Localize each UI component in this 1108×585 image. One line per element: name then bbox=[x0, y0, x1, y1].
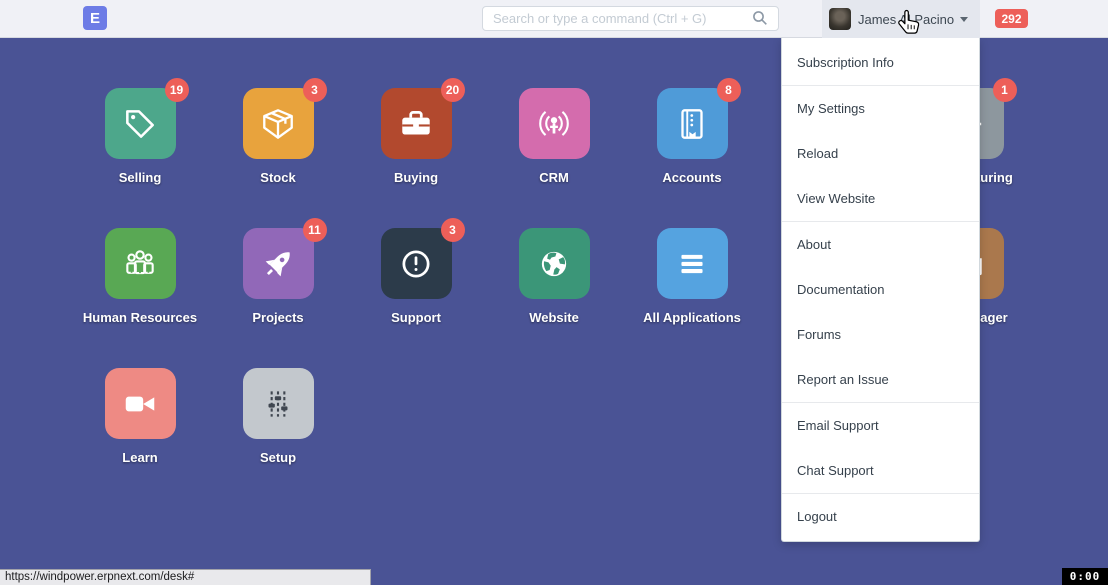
app-label: Setup bbox=[209, 450, 347, 465]
app-tile-projects[interactable]: 11 bbox=[243, 228, 314, 299]
ledger-icon bbox=[673, 105, 711, 143]
search-input[interactable] bbox=[482, 6, 779, 31]
app-label: CRM bbox=[485, 170, 623, 185]
app-label: Accounts bbox=[623, 170, 761, 185]
app-label: Support bbox=[347, 310, 485, 325]
app-tile-crm[interactable] bbox=[519, 88, 590, 159]
recording-timer: 0:00 bbox=[1062, 568, 1108, 585]
menu-item-reload[interactable]: Reload bbox=[782, 131, 979, 176]
app-stock[interactable]: 3 Stock bbox=[209, 88, 347, 185]
app-label: Website bbox=[485, 310, 623, 325]
app-tile-support[interactable]: 3 bbox=[381, 228, 452, 299]
app-projects[interactable]: 11 Projects bbox=[209, 228, 347, 325]
sliders-icon bbox=[259, 385, 297, 423]
globe-icon bbox=[535, 245, 573, 283]
app-tile-selling[interactable]: 19 bbox=[105, 88, 176, 159]
navbar: E James Al Pacino 292 bbox=[0, 0, 1108, 38]
app-badge: 8 bbox=[717, 78, 741, 102]
app-label: Stock bbox=[209, 170, 347, 185]
menu-item-my-settings[interactable]: My Settings bbox=[782, 86, 979, 131]
user-avatar bbox=[829, 8, 851, 30]
user-dropdown-menu: Subscription Info My Settings Reload Vie… bbox=[781, 38, 980, 542]
app-badge: 1 bbox=[993, 78, 1017, 102]
app-website[interactable]: Website bbox=[485, 228, 623, 325]
menu-item-logout[interactable]: Logout bbox=[782, 494, 979, 539]
menu-item-email-support[interactable]: Email Support bbox=[782, 403, 979, 448]
issue-icon bbox=[397, 245, 435, 283]
menu-item-about[interactable]: About bbox=[782, 222, 979, 267]
app-tile-learn[interactable] bbox=[105, 368, 176, 439]
app-support[interactable]: 3 Support bbox=[347, 228, 485, 325]
search-icon[interactable] bbox=[752, 10, 768, 26]
app-badge: 3 bbox=[441, 218, 465, 242]
app-crm[interactable]: CRM bbox=[485, 88, 623, 185]
app-tile-accounts[interactable]: 8 bbox=[657, 88, 728, 159]
app-badge: 20 bbox=[441, 78, 465, 102]
menu-item-view-website[interactable]: View Website bbox=[782, 176, 979, 221]
app-tile-setup[interactable] bbox=[243, 368, 314, 439]
app-label: Human Resources bbox=[71, 310, 209, 325]
app-badge: 11 bbox=[303, 218, 327, 242]
menu-item-chat-support[interactable]: Chat Support bbox=[782, 448, 979, 493]
tag-icon bbox=[121, 105, 159, 143]
app-label: All Applications bbox=[623, 310, 761, 325]
app-badge: 19 bbox=[165, 78, 189, 102]
app-label: Projects bbox=[209, 310, 347, 325]
app-badge: 3 bbox=[303, 78, 327, 102]
app-tile-website[interactable] bbox=[519, 228, 590, 299]
app-label: Learn bbox=[71, 450, 209, 465]
app-tile-stock[interactable]: 3 bbox=[243, 88, 314, 159]
app-buying[interactable]: 20 Buying bbox=[347, 88, 485, 185]
app-accounts[interactable]: 8 Accounts bbox=[623, 88, 761, 185]
app-tile-buying[interactable]: 20 bbox=[381, 88, 452, 159]
app-label: Selling bbox=[71, 170, 209, 185]
menu-item-forums[interactable]: Forums bbox=[782, 312, 979, 357]
people-icon bbox=[121, 245, 159, 283]
app-all-applications[interactable]: All Applications bbox=[623, 228, 761, 325]
rocket-icon bbox=[259, 245, 297, 283]
video-icon bbox=[121, 385, 159, 423]
menu-item-report-an-issue[interactable]: Report an Issue bbox=[782, 357, 979, 402]
app-human-resources[interactable]: Human Resources bbox=[71, 228, 209, 325]
menu-item-subscription-info[interactable]: Subscription Info bbox=[782, 40, 979, 85]
cursor-pointer-icon bbox=[897, 9, 920, 36]
menu-icon bbox=[673, 245, 711, 283]
briefcase-icon bbox=[397, 105, 435, 143]
app-tile-human-resources[interactable] bbox=[105, 228, 176, 299]
menu-item-documentation[interactable]: Documentation bbox=[782, 267, 979, 312]
chevron-down-icon bbox=[960, 17, 968, 22]
app-learn[interactable]: Learn bbox=[71, 368, 209, 465]
app-selling[interactable]: 19 Selling bbox=[71, 88, 209, 185]
app-setup[interactable]: Setup bbox=[209, 368, 347, 465]
app-logo[interactable]: E bbox=[83, 6, 107, 30]
notifications-badge[interactable]: 292 bbox=[995, 9, 1028, 28]
broadcast-icon bbox=[535, 105, 573, 143]
app-tile-all-applications[interactable] bbox=[657, 228, 728, 299]
app-label: Buying bbox=[347, 170, 485, 185]
link-preview-statusbar: https://windpower.erpnext.com/desk# bbox=[0, 569, 371, 585]
box-icon bbox=[259, 105, 297, 143]
